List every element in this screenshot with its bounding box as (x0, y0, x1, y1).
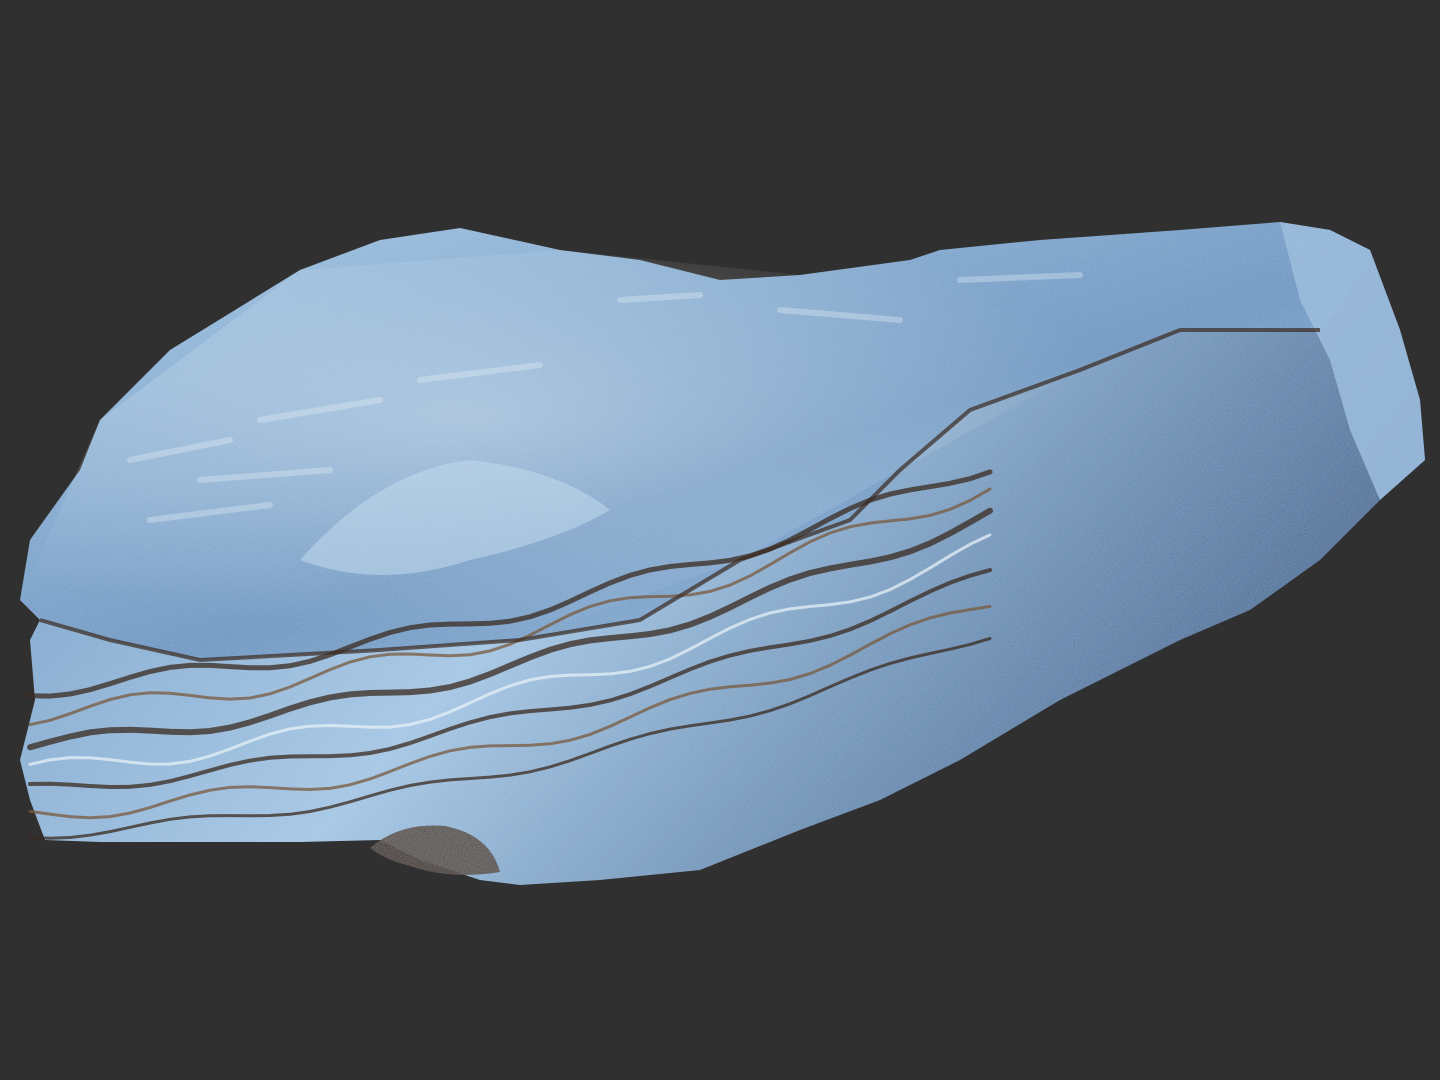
viewport-canvas[interactable] (0, 0, 1440, 1080)
3d-viewport[interactable] (0, 0, 1440, 1080)
